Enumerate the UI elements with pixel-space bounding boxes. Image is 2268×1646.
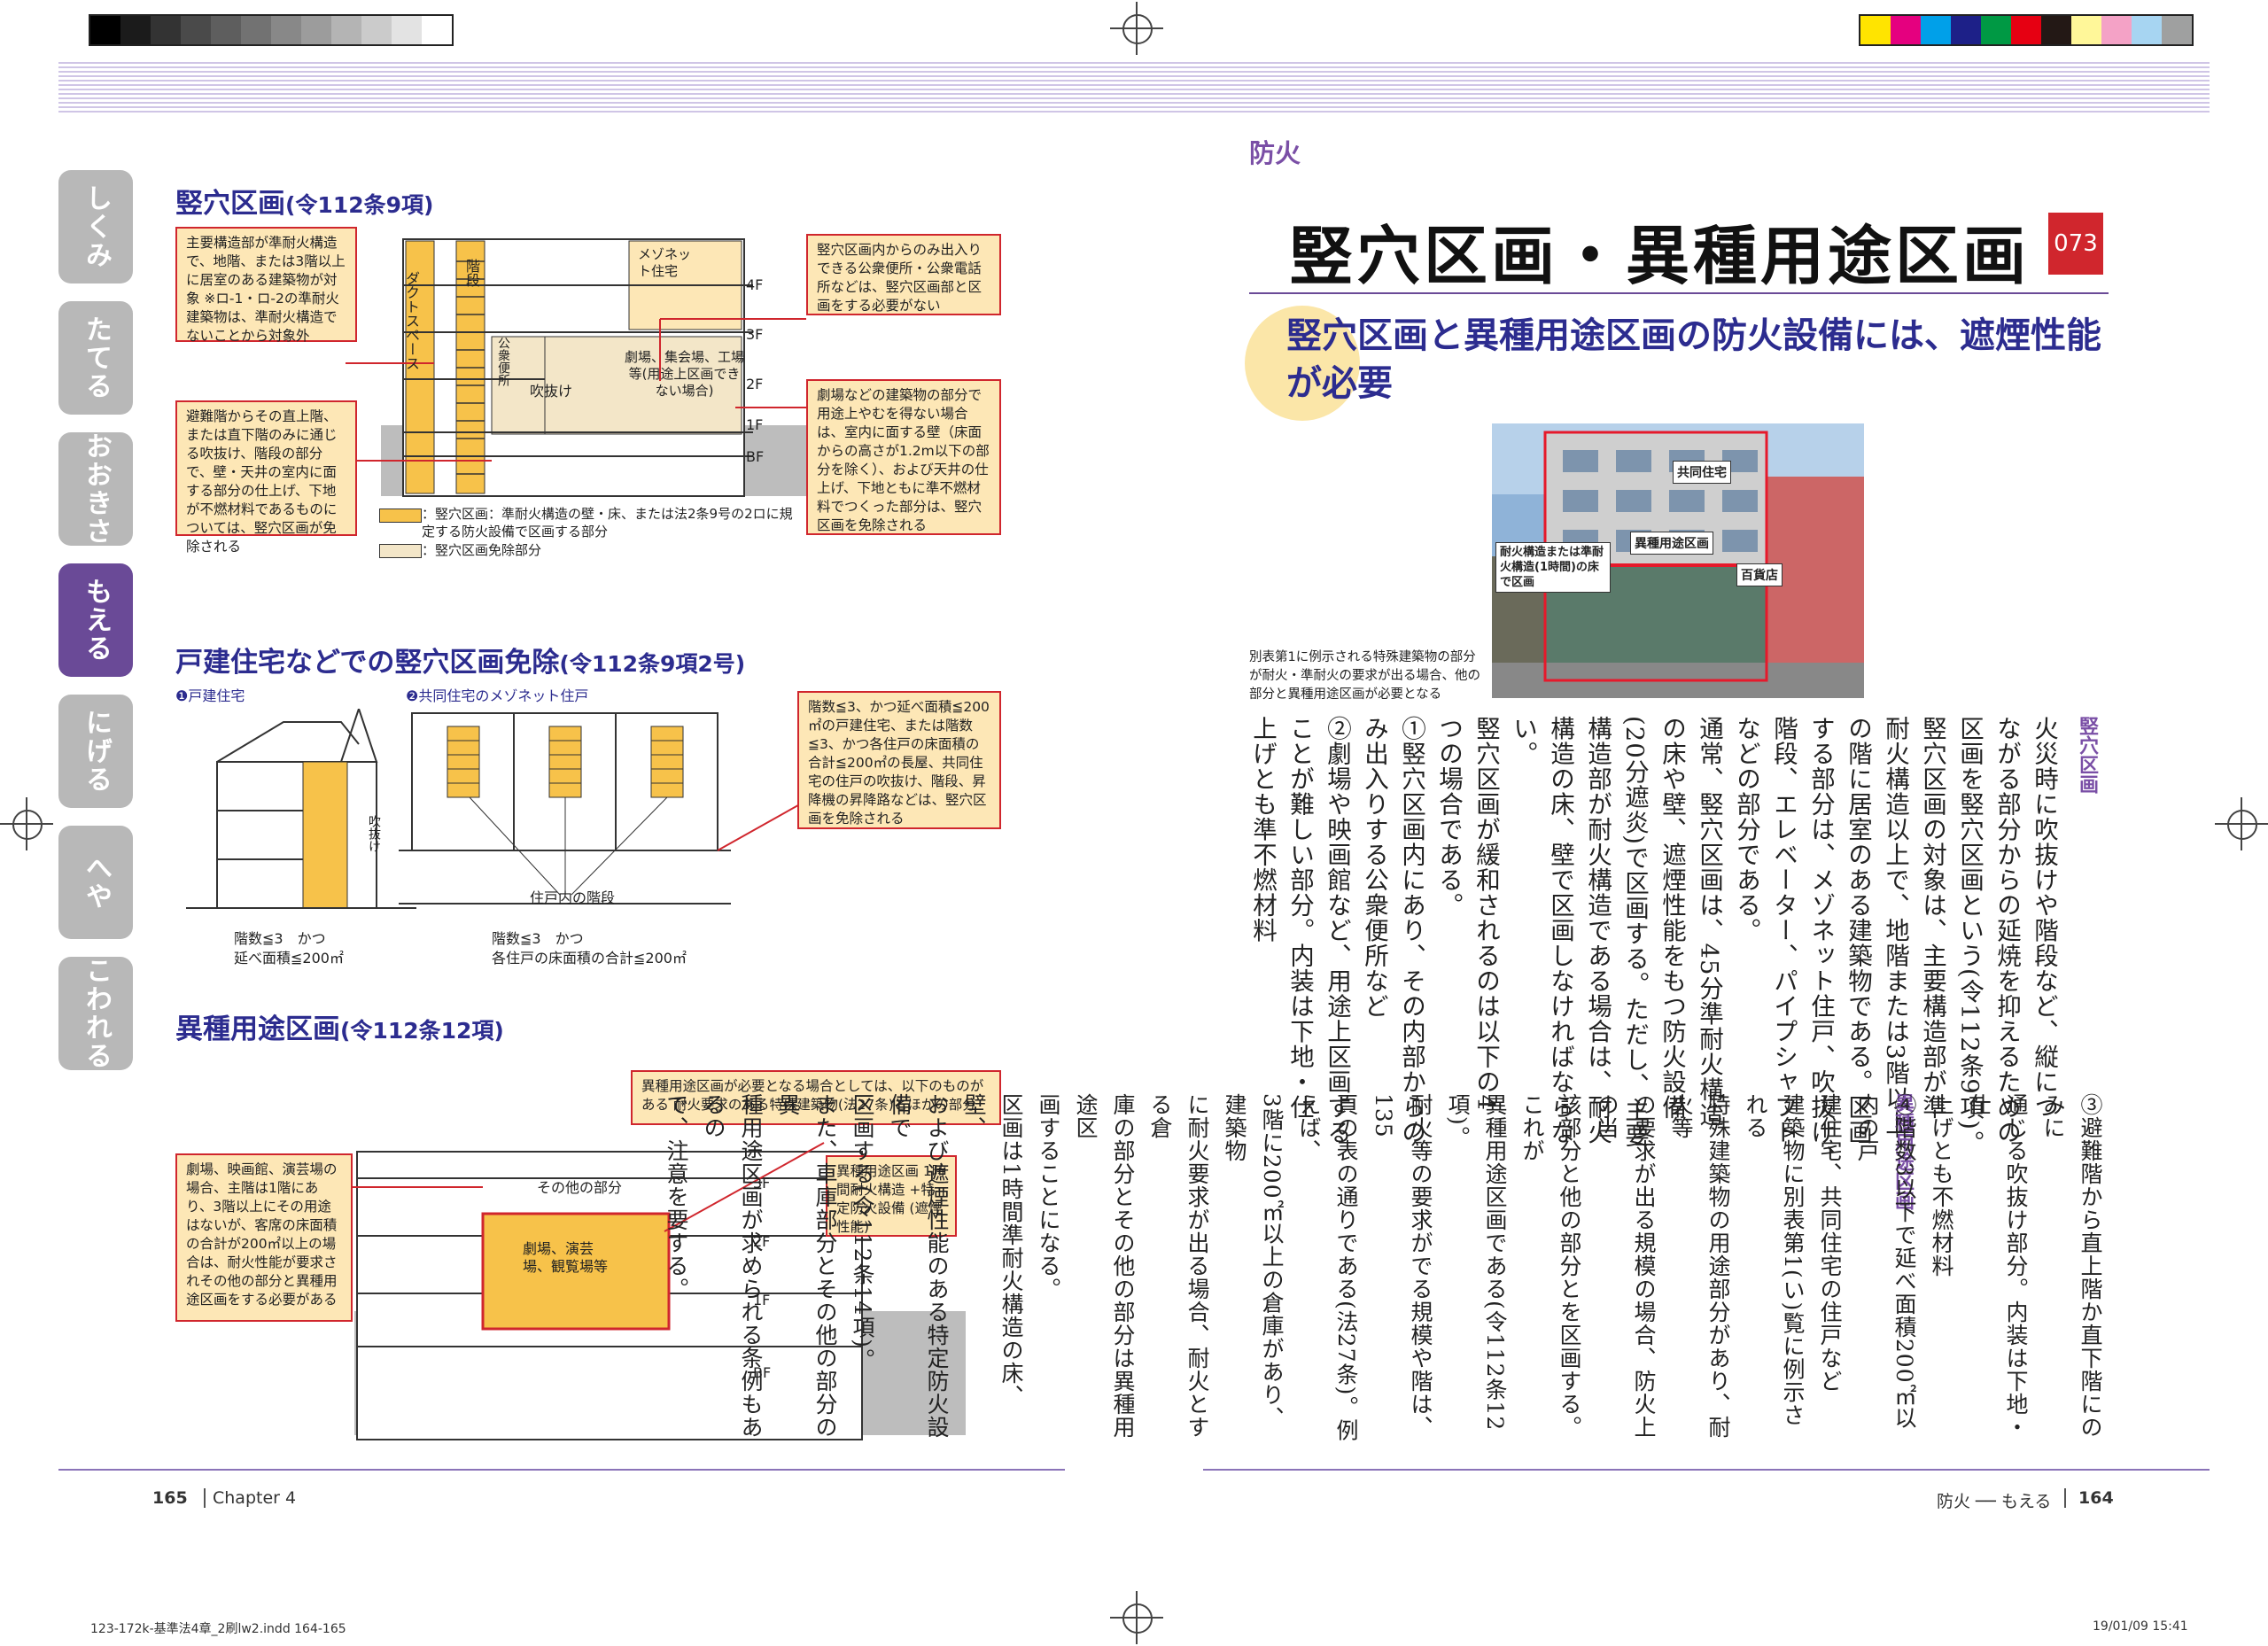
photo-label-zone: 異種用途区画: [1630, 532, 1713, 555]
caption-apt-a: 階数≦3 かつ: [492, 930, 584, 947]
footer-divider-left: [204, 1488, 206, 1508]
stairs-label: 階段: [463, 259, 480, 287]
legend-swatch-exempt: [379, 544, 422, 558]
tab-shikumi[interactable]: しくみ: [58, 170, 133, 283]
caption-house-b: 延べ面積≦200㎡: [234, 950, 344, 967]
caption-house-a: 階数≦3 かつ: [234, 930, 326, 947]
tab-moeru[interactable]: もえる: [58, 563, 133, 677]
photo-label-floor: 耐火構造または準耐火構造(1時間)の床で区画: [1495, 542, 1611, 593]
tab-nigeru[interactable]: にげる: [58, 695, 133, 808]
floor-2f: 2F: [746, 376, 764, 392]
footer-section: 防火 ── もえる: [1937, 1492, 2052, 1511]
section-title-different-use: 異種用途区画(令112条12項): [175, 1013, 504, 1045]
imprint-date: 19/01/09 15:41: [2093, 1619, 2188, 1634]
page-title: 竪穴区画・異種用途区画: [1289, 219, 2031, 293]
header-stripe: [58, 62, 2210, 113]
callout-toilet: 竪穴区画内からのみ出入りできる公衆便所・公衆電話所などは、竪穴区画部と区画をする…: [806, 234, 1001, 315]
callout-detached-exemption: 階数≦3、かつ延べ面積≦200㎡の戸建住宅、または階数≦3、かつ各住戸の床面積の…: [797, 691, 1001, 829]
registration-mark-right: [2215, 797, 2268, 850]
tab-kowareru[interactable]: こわれる: [58, 957, 133, 1070]
registration-mark-left: [0, 797, 53, 850]
other-part-label: その他の部分: [537, 1179, 623, 1196]
callout-theater-case: 劇場、映画館、演芸場の場合、主階は1階にあり、3階以上にその用途はないが、客席の…: [175, 1153, 353, 1322]
item-number: 073: [2048, 213, 2103, 275]
theater-label: 劇場、集会場、工場等(用途上区画できない場合): [625, 349, 745, 399]
legend-swatch-shaft: [379, 509, 422, 523]
heading-tatana: 竪穴区画: [2077, 716, 2099, 794]
photo-label-dept: 百貨店: [1736, 563, 1783, 586]
caption-apt-b: 各住戸の床面積の合計≦200㎡: [492, 950, 687, 967]
detached-house-diagram: [186, 709, 797, 909]
section-title-tatana: 竪穴区画(令112条9項): [175, 188, 434, 220]
callout-refuge-exemption: 避難階からその直上階、または直下階のみに通じる吹抜け、階段の部分で、壁・天井の室…: [175, 400, 357, 555]
title-rule: [1249, 292, 2109, 294]
floor-1f: 1F: [746, 416, 764, 433]
toilet-label: 公衆便所: [496, 337, 510, 386]
page-number-left: 165: [152, 1488, 188, 1508]
floor-3f: 3F: [746, 326, 764, 343]
subtitle-detached: ❶戸建住宅: [175, 687, 245, 704]
body-column-lower: ③避難階から直上階か直下階にのみに 通じる吹抜け部分。内装は下地・仕 上げとも不燃材…: [664, 1093, 2103, 1442]
atrium-label: 吹抜け: [530, 383, 573, 400]
floor-4f: 4F: [746, 276, 764, 293]
photo-label-apartment: 共同住宅: [1673, 461, 1731, 484]
photo-caption: 別表第1に例示される特殊建築物の部分が耐火・準耐火の要求が出る場合、他の部分と異…: [1249, 650, 1480, 702]
category-label: 防火: [1249, 138, 1301, 168]
lead-text: 竪穴区画と異種用途区画の防火設備には、遮煙性能が必要: [1286, 315, 2101, 404]
imprint-file: 123-172k-基準法4章_2刷lw2.indd 164-165: [90, 1622, 346, 1636]
legend-shaft: ：竪穴区画：準耐火構造の壁・床、または法2条9号の2ロに規定する防火設備で区画す…: [422, 506, 793, 540]
color-bar: [1859, 14, 2194, 46]
inner-stairs-label: 住戸内の階段: [530, 889, 616, 906]
tab-tateru[interactable]: たてる: [58, 301, 133, 415]
page-number-right: 164: [2078, 1488, 2114, 1508]
subtitle-maisonette: ❷共同住宅のメゾネット住戸: [406, 687, 589, 704]
theater-label-3: 劇場、演芸場、観覧場等: [523, 1240, 609, 1275]
registration-mark-top: [1110, 2, 1163, 55]
chapter-label: Chapter 4: [213, 1488, 297, 1508]
maisonette-label: メゾネット住宅: [638, 246, 692, 279]
footer-rule-right: [1203, 1469, 2210, 1471]
atrium-label-house: 吹抜け: [367, 815, 381, 852]
grayscale-bar: [89, 14, 454, 46]
floor-bf: BF: [746, 448, 765, 465]
legend-exempt: ：竪穴区画免除部分: [422, 542, 542, 558]
tab-ookisa[interactable]: おおきさ: [58, 432, 133, 546]
duct-label: ダクトスペース: [403, 271, 420, 370]
tab-heya[interactable]: へや: [58, 826, 133, 939]
footer-rule-left: [58, 1469, 1065, 1471]
section-title-detached: 戸建住宅などでの竪穴区画免除(令112条9項2号): [175, 647, 746, 679]
registration-mark-bottom: [1110, 1591, 1163, 1644]
footer-divider-right: [2064, 1488, 2066, 1508]
callout-target-buildings: 主要構造部が準耐火構造で、地階、または3階以上に居室のある建築物が対象 ※ロ-1…: [175, 227, 357, 344]
callout-theater-exemption: 劇場などの建築物の部分で用途上やむを得ない場合は、室内に面する壁（床面からの高さ…: [806, 379, 1001, 535]
